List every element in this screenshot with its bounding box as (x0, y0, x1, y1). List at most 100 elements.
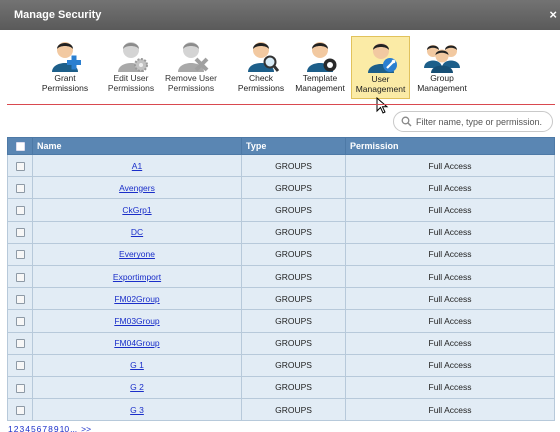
row-checkbox[interactable] (15, 250, 25, 260)
page-link[interactable]: 1 (8, 424, 13, 432)
type-cell: GROUPS (241, 309, 346, 333)
row-checkbox[interactable] (15, 294, 25, 304)
page-link[interactable]: 6 (37, 424, 42, 432)
page-link[interactable]: 4 (25, 424, 30, 432)
type-cell: GROUPS (241, 375, 346, 400)
page-link[interactable]: 7 (42, 424, 47, 432)
type-cell: GROUPS (241, 398, 346, 422)
column-header-type[interactable]: Type (241, 137, 346, 155)
permission-cell: Full Access (345, 375, 555, 400)
page-link[interactable]: 10 (60, 424, 69, 432)
name-cell: G 1 (32, 353, 242, 377)
filter-box[interactable] (393, 111, 553, 132)
group-name-link[interactable]: Avengers (119, 183, 155, 193)
row-checkbox[interactable] (15, 317, 25, 327)
row-checkbox-cell (7, 264, 33, 289)
column-header-name[interactable]: Name (32, 137, 242, 155)
row-checkbox[interactable] (15, 206, 25, 216)
filter-input[interactable] (416, 114, 550, 129)
user-add-icon (52, 42, 81, 72)
table-row[interactable]: Avengers GROUPS Full Access (7, 176, 555, 200)
page-link[interactable]: 3 (19, 424, 24, 432)
type-cell: GROUPS (241, 331, 346, 355)
group-name-link[interactable]: FM03Group (114, 316, 159, 326)
group-management-button[interactable]: Group Management (413, 36, 471, 99)
row-checkbox[interactable] (15, 339, 25, 349)
group-name-link[interactable]: FM04Group (114, 338, 159, 348)
close-icon[interactable]: × (549, 7, 557, 22)
type-cell: GROUPS (241, 353, 346, 377)
table-row[interactable]: G 1 GROUPS Full Access (7, 353, 555, 377)
check-permissions-button[interactable]: Check Permissions (233, 36, 289, 99)
group-name-link[interactable]: G 2 (130, 382, 144, 392)
row-checkbox-cell (7, 220, 33, 244)
table-row[interactable]: Exportimport GROUPS Full Access (7, 264, 555, 289)
group-name-link[interactable]: A1 (132, 161, 142, 171)
remove-user-permissions-button[interactable]: Remove User Permissions (162, 36, 220, 99)
grant-permissions-label: Grant Permissions (41, 73, 89, 93)
row-checkbox[interactable] (15, 361, 25, 371)
row-checkbox-cell (7, 331, 33, 355)
group-name-link[interactable]: G 3 (130, 405, 144, 415)
name-cell: DC (32, 220, 242, 244)
template-management-button[interactable]: Template Management (291, 36, 349, 99)
permission-cell: Full Access (345, 309, 555, 333)
permission-cell: Full Access (345, 264, 555, 289)
table-header-row: Name Type Permission (7, 137, 555, 155)
type-cell: GROUPS (241, 220, 346, 244)
select-all-cell (7, 137, 33, 155)
row-checkbox[interactable] (15, 161, 25, 171)
group-name-link[interactable]: Exportimport (113, 272, 161, 282)
table-row[interactable]: Everyone GROUPS Full Access (7, 242, 555, 266)
group-name-link[interactable]: FM02Group (114, 294, 159, 304)
check-permissions-label: Check Permissions (237, 73, 285, 93)
row-checkbox-cell (7, 176, 33, 200)
type-cell: GROUPS (241, 264, 346, 289)
edit-user-permissions-button[interactable]: Edit User Permissions (102, 36, 160, 99)
group-name-link[interactable]: DC (131, 227, 143, 237)
row-checkbox[interactable] (15, 272, 25, 282)
row-checkbox[interactable] (15, 405, 25, 415)
user-check-icon (248, 42, 280, 72)
page-link[interactable]: 2 (14, 424, 19, 432)
name-cell: FM03Group (32, 309, 242, 333)
edit-user-permissions-label: Edit User Permissions (107, 73, 155, 93)
row-checkbox-cell (7, 353, 33, 377)
group-name-link[interactable]: Everyone (119, 249, 155, 259)
group-name-link[interactable]: CkGrp1 (122, 205, 151, 215)
next-page-link[interactable]: >> (81, 424, 91, 432)
type-cell: GROUPS (241, 242, 346, 266)
column-header-permission[interactable]: Permission (345, 137, 555, 155)
table-row[interactable]: G 2 GROUPS Full Access (7, 375, 555, 400)
template-management-label: Template Management (295, 73, 345, 93)
table-row[interactable]: FM03Group GROUPS Full Access (7, 309, 555, 333)
row-checkbox[interactable] (15, 228, 25, 238)
table-row[interactable]: CkGrp1 GROUPS Full Access (7, 198, 555, 222)
permission-cell: Full Access (345, 153, 555, 178)
select-all-checkbox[interactable] (15, 142, 25, 152)
table-row[interactable]: G 3 GROUPS Full Access (7, 398, 555, 422)
table-row[interactable]: FM02Group GROUPS Full Access (7, 287, 555, 311)
permission-cell: Full Access (345, 198, 555, 222)
grant-permissions-button[interactable]: Grant Permissions (37, 36, 93, 99)
row-checkbox[interactable] (15, 383, 25, 393)
permission-cell: Full Access (345, 220, 555, 244)
row-checkbox-cell (7, 287, 33, 311)
table-row[interactable]: FM04Group GROUPS Full Access (7, 331, 555, 355)
group-management-label: Group Management (417, 73, 467, 93)
row-checkbox-cell (7, 153, 33, 178)
user-management-button[interactable]: User Management (351, 36, 410, 99)
type-cell: GROUPS (241, 198, 346, 222)
table-row[interactable]: A1 GROUPS Full Access (7, 153, 555, 178)
table-row[interactable]: DC GROUPS Full Access (7, 220, 555, 244)
page-link[interactable]: 8 (48, 424, 53, 432)
page-link[interactable]: 9 (54, 424, 59, 432)
page-ellipsis: ... (70, 424, 78, 432)
permission-cell: Full Access (345, 331, 555, 355)
user-template-icon (307, 42, 337, 72)
window-title: Manage Security (14, 9, 102, 21)
page-link[interactable]: 5 (31, 424, 36, 432)
group-name-link[interactable]: G 1 (130, 360, 144, 370)
row-checkbox[interactable] (15, 183, 25, 193)
name-cell: G 3 (32, 398, 242, 422)
